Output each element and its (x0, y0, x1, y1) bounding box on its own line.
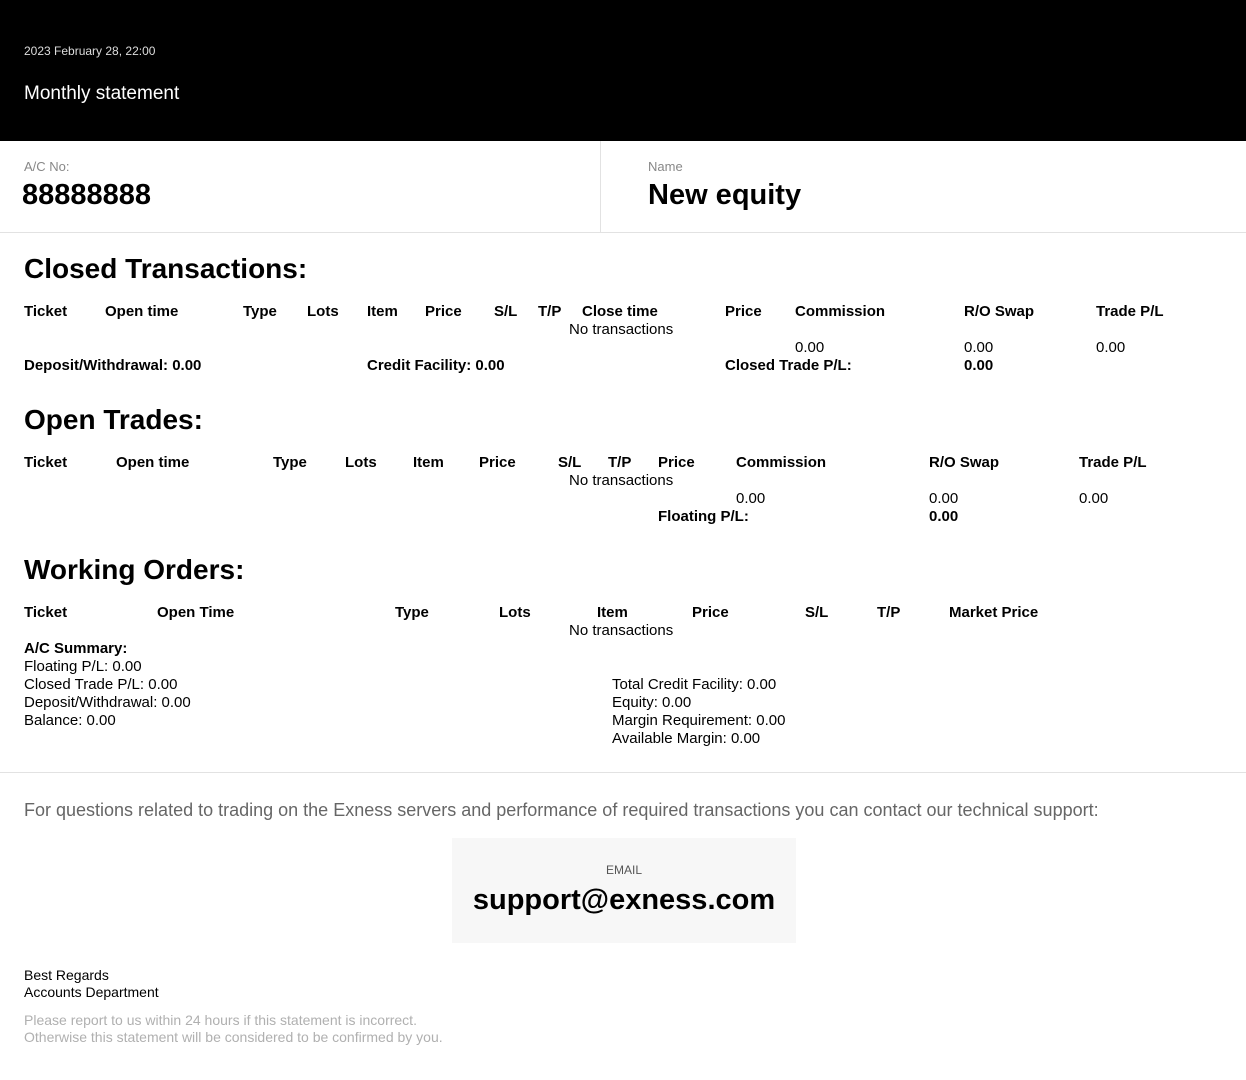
open-col-price: Price (479, 454, 516, 471)
closed-col-swap: R/O Swap (964, 303, 1035, 320)
statement-date: 2023 February 28, 22:00 (24, 44, 156, 58)
account-number-label: A/C No: (24, 159, 70, 174)
closed-col-open-time: Open time (105, 303, 179, 320)
summary-deposit-withdrawal: Deposit/Withdrawal: 0.00 (24, 694, 191, 711)
open-col-sl: S/L (558, 454, 582, 471)
closed-empty-message: No transactions (569, 321, 674, 338)
open-col-open-time: Open time (116, 454, 190, 471)
open-col-item: Item (413, 454, 444, 471)
statement-title: Monthly statement (24, 83, 180, 104)
working-col-item: Item (597, 604, 628, 621)
best-regards: Best Regards (24, 967, 109, 983)
closed-transactions-title: Closed Transactions: (24, 253, 308, 284)
footer-note-2: Otherwise this statement will be conside… (24, 1029, 443, 1045)
account-name: New equity (648, 179, 802, 211)
open-col-swap: R/O Swap (929, 454, 1000, 471)
floating-pl-value: 0.00 (929, 508, 959, 525)
closed-swap-total: 0.00 (964, 339, 994, 356)
section-divider (0, 772, 1246, 773)
working-col-tp: T/P (877, 604, 901, 621)
summary-total-credit-facility: Total Credit Facility: 0.00 (612, 676, 777, 693)
closed-col-ticket: Ticket (24, 303, 68, 320)
summary-closed-trade-pl: Closed Trade P/L: 0.00 (24, 676, 178, 693)
closed-col-item: Item (367, 303, 398, 320)
statement-header: 2023 February 28, 22:00 Monthly statemen… (0, 0, 1246, 141)
email-label: EMAIL (605, 863, 642, 877)
closed-trade-pl-value: 0.00 (964, 357, 994, 374)
account-info: A/C No: 88888888 Name New equity (0, 141, 1246, 233)
working-orders-title: Working Orders: (24, 554, 245, 585)
closed-trade-pl-label: Closed Trade P/L: (725, 357, 852, 374)
summary-floating-pl: Floating P/L: 0.00 (24, 658, 142, 675)
floating-pl-label: Floating P/L: (658, 508, 749, 525)
working-col-lots: Lots (499, 604, 531, 621)
closed-col-type: Type (243, 303, 277, 320)
closed-col-tp: T/P (538, 303, 562, 320)
working-col-type: Type (395, 604, 429, 621)
closed-deposit-withdrawal: Deposit/Withdrawal: 0.00 (24, 357, 202, 374)
summary-equity: Equity: 0.00 (612, 694, 692, 711)
open-col-trade-pl: Trade P/L (1079, 454, 1147, 471)
working-col-market-price: Market Price (949, 604, 1039, 621)
closed-pl-total: 0.00 (1096, 339, 1126, 356)
open-col-type: Type (273, 454, 307, 471)
summary-available-margin: Available Margin: 0.00 (612, 730, 761, 747)
summary-margin-requirement: Margin Requirement: 0.00 (612, 712, 786, 729)
closed-col-close-price: Price (725, 303, 762, 320)
open-col-tp: T/P (608, 454, 632, 471)
closed-credit-facility: Credit Facility: 0.00 (367, 357, 505, 374)
email-box: EMAIL support@exness.com (452, 838, 796, 943)
open-commission-total: 0.00 (736, 490, 766, 507)
working-col-ticket: Ticket (24, 604, 68, 621)
support-text: For questions related to trading on the … (24, 800, 1099, 820)
name-label: Name (648, 159, 683, 174)
open-col-current-price: Price (658, 454, 695, 471)
accounts-department: Accounts Department (24, 984, 159, 1000)
open-col-lots: Lots (345, 454, 377, 471)
open-empty-message: No transactions (569, 472, 674, 489)
support-email-link[interactable]: support@exness.com (452, 884, 796, 917)
working-col-price: Price (692, 604, 729, 621)
account-number: 88888888 (22, 179, 152, 211)
open-pl-total: 0.00 (1079, 490, 1109, 507)
closed-col-price: Price (425, 303, 462, 320)
open-trades-title: Open Trades: (24, 404, 203, 435)
info-divider (600, 141, 601, 232)
summary-balance: Balance: 0.00 (24, 712, 116, 729)
open-swap-total: 0.00 (929, 490, 959, 507)
working-col-open-time: Open Time (157, 604, 235, 621)
footer-note-1: Please report to us within 24 hours if t… (24, 1012, 417, 1028)
open-col-commission: Commission (736, 454, 827, 471)
closed-col-sl: S/L (494, 303, 518, 320)
closed-commission-total: 0.00 (795, 339, 825, 356)
summary-title: A/C Summary: (24, 640, 128, 657)
closed-col-commission: Commission (795, 303, 886, 320)
closed-col-close-time: Close time (582, 303, 658, 320)
closed-col-lots: Lots (307, 303, 339, 320)
working-col-sl: S/L (805, 604, 829, 621)
working-empty-message: No transactions (569, 622, 674, 639)
open-col-ticket: Ticket (24, 454, 68, 471)
closed-col-trade-pl: Trade P/L (1096, 303, 1164, 320)
